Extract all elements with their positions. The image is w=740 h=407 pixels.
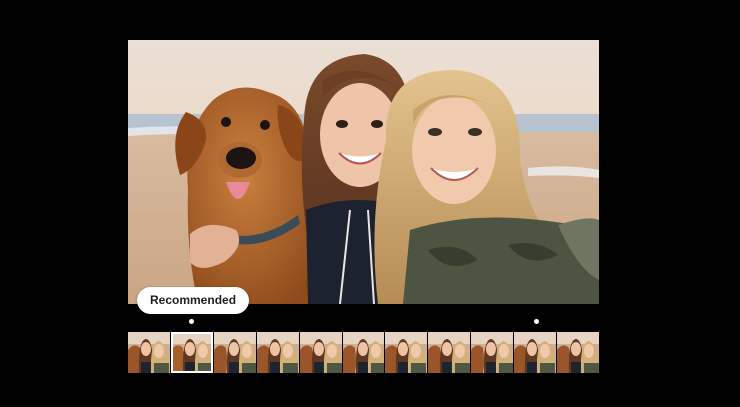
- main-photo: [128, 40, 599, 304]
- selfie-photo: [128, 40, 599, 304]
- recommended-badge: Recommended: [137, 287, 250, 314]
- frame-thumbnail[interactable]: [299, 332, 342, 373]
- frame-image: [557, 332, 599, 373]
- frame-thumbnail[interactable]: [428, 332, 471, 373]
- position-marker-dot: [534, 319, 539, 324]
- recommended-marker-dot: [189, 319, 194, 324]
- frame-image: [256, 332, 299, 373]
- frame-thumbnail[interactable]: [256, 332, 299, 373]
- frame-image: [213, 332, 256, 373]
- frame-image: [514, 332, 557, 373]
- frame-thumbnail[interactable]: [342, 332, 385, 373]
- frame-thumbnail[interactable]: [213, 332, 256, 373]
- frame-thumbnail-selected[interactable]: [170, 332, 213, 373]
- frame-image: [342, 332, 385, 373]
- frame-thumbnail[interactable]: [385, 332, 428, 373]
- frame-image: [128, 332, 170, 373]
- frame-thumbnail[interactable]: [557, 332, 599, 373]
- frame-filmstrip[interactable]: [128, 332, 599, 373]
- frame-image: [385, 332, 428, 373]
- frame-image: [299, 332, 342, 373]
- frame-image: [471, 332, 514, 373]
- frame-thumbnail[interactable]: [514, 332, 557, 373]
- frame-image: [428, 332, 471, 373]
- frame-image: [170, 332, 213, 373]
- frame-thumbnail[interactable]: [471, 332, 514, 373]
- frame-thumbnail[interactable]: [128, 332, 170, 373]
